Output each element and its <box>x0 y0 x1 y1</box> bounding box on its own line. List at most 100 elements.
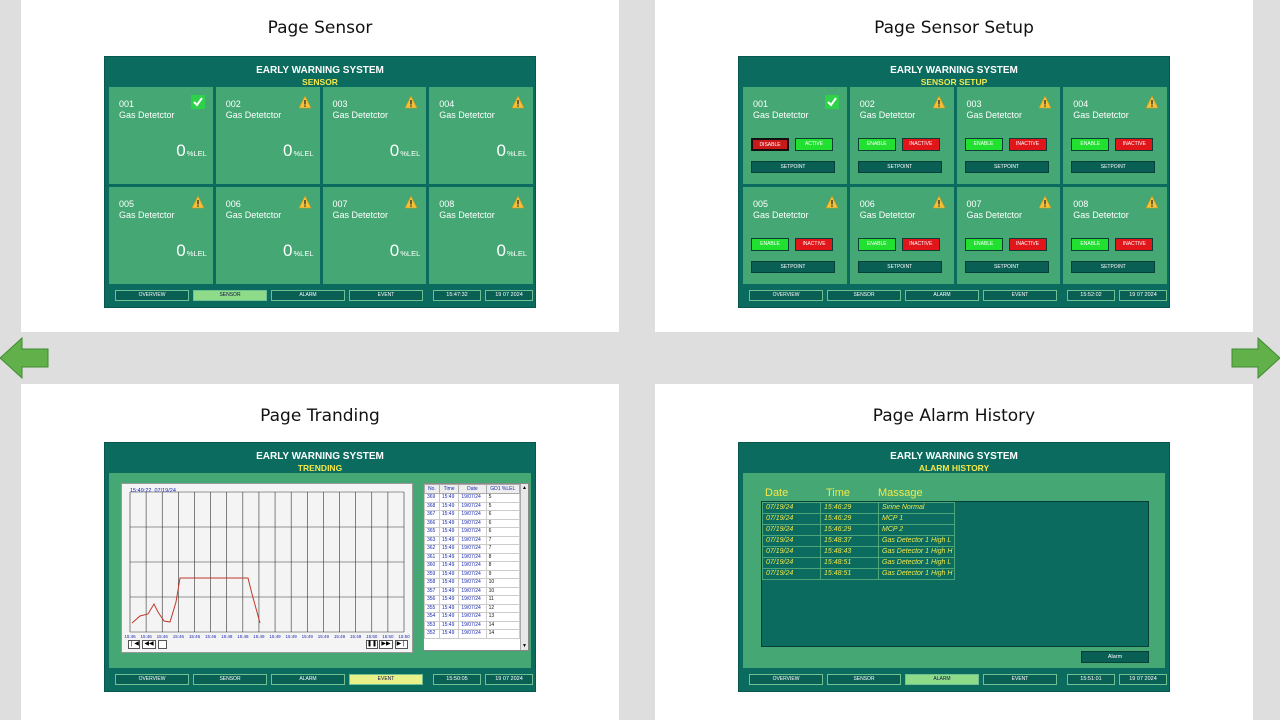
panel-header: EARLY WARNING SYSTEM SENSOR <box>105 57 535 87</box>
rewind-icon[interactable]: ◀◀ <box>142 640 156 649</box>
fast-forward-icon[interactable]: ▶▶ <box>379 640 393 649</box>
warning-icon <box>1145 95 1159 109</box>
table-row[interactable]: 362 15:49 19/07/24 7 <box>424 544 521 554</box>
nav-alarm-button[interactable]: ALARM <box>271 290 345 301</box>
table-cell: 10 <box>485 586 521 596</box>
alarm-row[interactable]: 07/19/24 15:46:29 MCP 2 <box>762 524 955 536</box>
alarm-list[interactable]: 07/19/24 15:46:29 Sirine Normal 07/19/24 15:… <box>761 501 1149 647</box>
setpoint-button[interactable]: SETPOINT <box>964 161 1049 173</box>
alarm-row[interactable]: 07/19/24 15:46:29 Sirine Normal <box>762 502 955 514</box>
table-cell: 15:49 <box>438 518 460 528</box>
alarm-row[interactable]: 07/19/24 15:48:37 Gas Detector 1 High L <box>762 535 955 547</box>
table-row[interactable]: 365 15:49 19/07/24 6 <box>424 527 521 537</box>
nav-overview-button[interactable]: OVERVIEW <box>115 290 189 301</box>
sensor-card-001: 001 Gas Detetctor 0%LEL <box>109 87 213 184</box>
table-row[interactable]: 353 15:49 19/07/24 14 <box>424 620 521 630</box>
nav-event-button[interactable]: EVENT <box>983 674 1057 685</box>
enable-button[interactable]: ENABLE <box>857 138 896 151</box>
setpoint-button[interactable]: SETPOINT <box>964 261 1049 273</box>
nav-event-button[interactable]: EVENT <box>983 290 1057 301</box>
setpoint-button[interactable]: SETPOINT <box>1071 161 1156 173</box>
footer-bar: OVERVIEW SENSOR ALARM EVENT 15:50:05 19 … <box>109 672 533 687</box>
enable-button[interactable]: ENABLE <box>1071 138 1110 151</box>
quadrant-title-alarm: Page Alarm History <box>872 406 1036 426</box>
nav-overview-button[interactable]: OVERVIEW <box>749 290 823 301</box>
enable-button[interactable]: ENABLE <box>751 238 789 251</box>
table-row[interactable]: 367 15:49 19/07/24 6 <box>424 510 521 520</box>
zoom-icon[interactable] <box>158 640 167 649</box>
arrow-left-icon[interactable] <box>0 336 50 380</box>
enable-button[interactable]: ENABLE <box>964 238 1003 251</box>
setpoint-button[interactable]: SETPOINT <box>857 261 942 273</box>
inactive-button[interactable]: INACTIVE <box>795 238 833 251</box>
disable-button[interactable]: DISABLE <box>751 138 789 151</box>
trend-table[interactable]: No. Time Date GD1 %LEL 369 15:49 19/07/24 5 368 1… <box>423 483 529 651</box>
pause-icon[interactable]: ❚❚ <box>366 640 378 649</box>
sensor-id: 002 <box>859 99 875 109</box>
inactive-button[interactable]: INACTIVE <box>1115 238 1154 251</box>
setpoint-button[interactable]: SETPOINT <box>751 161 835 173</box>
nav-event-button[interactable]: EVENT <box>349 674 423 685</box>
setpoint-button[interactable]: SETPOINT <box>857 161 942 173</box>
inactive-button[interactable]: INACTIVE <box>1008 138 1047 151</box>
table-row[interactable]: 361 15:49 19/07/24 8 <box>424 552 521 562</box>
nav-sensor-button[interactable]: SENSOR <box>193 674 267 685</box>
nav-alarm-button[interactable]: ALARM <box>905 290 979 301</box>
table-row[interactable]: 359 15:49 19/07/24 9 <box>424 569 521 579</box>
sensor-card-008: 008 Gas Detetctor 0%LEL <box>429 187 533 284</box>
alarm-row[interactable]: 07/19/24 15:48:43 Gas Detector 1 High H <box>762 546 955 558</box>
table-row[interactable]: 358 15:49 19/07/24 10 <box>424 578 521 588</box>
enable-button[interactable]: ENABLE <box>964 138 1003 151</box>
clock-time: 15:52:02 <box>1067 290 1115 301</box>
setpoint-button[interactable]: SETPOINT <box>1071 261 1156 273</box>
nav-alarm-button[interactable]: ALARM <box>271 674 345 685</box>
enable-button[interactable]: ENABLE <box>1071 238 1110 251</box>
table-row[interactable]: 357 15:49 19/07/24 10 <box>424 586 521 596</box>
table-row[interactable]: 352 15:49 19/07/24 14 <box>424 629 521 639</box>
alarm-message: Gas Detector 1 High L <box>878 557 955 569</box>
nav-overview-button[interactable]: OVERVIEW <box>115 674 189 685</box>
alarm-date: 07/19/24 <box>762 524 821 536</box>
inactive-button[interactable]: INACTIVE <box>1115 138 1154 151</box>
sensor-card-004: 004 Gas Detetctor 0%LEL <box>429 87 533 184</box>
page-subtitle: SENSOR <box>302 77 338 87</box>
table-row[interactable]: 360 15:49 19/07/24 8 <box>424 561 521 571</box>
nav-sensor-button[interactable]: SENSOR <box>193 290 267 301</box>
skip-back-icon[interactable]: ❘◀ <box>128 640 140 649</box>
nav-sensor-button[interactable]: SENSOR <box>827 674 901 685</box>
quadrant-title-sensor: Page Sensor <box>267 18 373 38</box>
alarm-row[interactable]: 07/19/24 15:48:51 Gas Detector 1 High H <box>762 568 955 580</box>
setpoint-button[interactable]: SETPOINT <box>751 261 835 273</box>
arrow-right-icon[interactable] <box>1230 336 1280 380</box>
skip-forward-icon[interactable]: ▶❘ <box>395 640 408 649</box>
nav-sensor-button[interactable]: SENSOR <box>827 290 901 301</box>
inactive-button[interactable]: INACTIVE <box>901 238 940 251</box>
sensor-card-006: 006 Gas Detetctor ENABLE INACTIVE SETPOINT <box>849 187 954 284</box>
scroll-up-icon[interactable]: ▲ <box>521 484 528 492</box>
active-button[interactable]: ACTIVE <box>795 138 833 151</box>
nav-alarm-button[interactable]: ALARM <box>905 674 979 685</box>
inactive-button[interactable]: INACTIVE <box>1008 238 1047 251</box>
table-cell: 6 <box>485 518 521 528</box>
sensor-card-007: 007 Gas Detetctor 0%LEL <box>322 187 427 284</box>
inactive-button[interactable]: INACTIVE <box>901 138 940 151</box>
table-row[interactable]: 369 15:49 19/07/24 5 <box>424 493 521 503</box>
scroll-down-icon[interactable]: ▼ <box>521 642 528 650</box>
alarm-row[interactable]: 07/19/24 15:48:51 Gas Detector 1 High L <box>762 557 955 569</box>
alarm-body: Date Time Massage 07/19/24 15:46:29 Sirine… <box>743 473 1165 668</box>
table-scrollbar[interactable]: ▲ ▼ <box>520 484 528 650</box>
table-cell: 19/07/24 <box>458 578 487 588</box>
enable-button[interactable]: ENABLE <box>857 238 896 251</box>
table-row[interactable]: 363 15:49 19/07/24 7 <box>424 535 521 545</box>
table-row[interactable]: 355 15:49 19/07/24 12 <box>424 603 521 613</box>
table-row[interactable]: 354 15:49 19/07/24 13 <box>424 612 521 622</box>
nav-event-button[interactable]: EVENT <box>349 290 423 301</box>
footer-bar: OVERVIEW SENSOR ALARM EVENT 15:52:02 19 … <box>743 288 1167 303</box>
table-row[interactable]: 368 15:49 19/07/24 5 <box>424 501 521 511</box>
alarm-button[interactable]: Alarm <box>1081 651 1149 663</box>
alarm-row[interactable]: 07/19/24 15:46:29 MCP 1 <box>762 513 955 525</box>
nav-overview-button[interactable]: OVERVIEW <box>749 674 823 685</box>
table-row[interactable]: 356 15:49 19/07/24 11 <box>424 595 521 605</box>
table-row[interactable]: 366 15:49 19/07/24 6 <box>424 518 521 528</box>
sensor-label: Gas Detetctor <box>439 110 495 120</box>
